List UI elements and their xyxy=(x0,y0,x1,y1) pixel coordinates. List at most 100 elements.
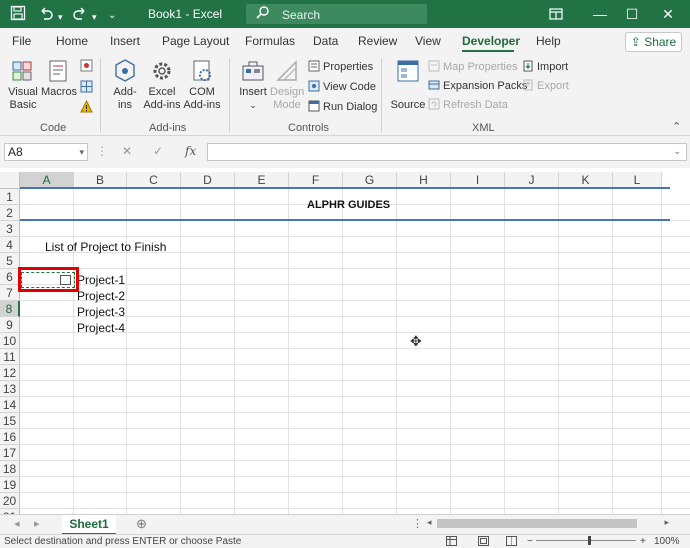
zoom-level[interactable]: 100% xyxy=(654,536,680,547)
expand-formula-bar-icon[interactable]: ⌄ xyxy=(673,146,681,157)
tab-view[interactable]: View xyxy=(415,34,441,48)
normal-view-icon[interactable] xyxy=(446,536,457,548)
tab-review[interactable]: Review xyxy=(358,34,397,48)
tab-insert[interactable]: Insert xyxy=(110,34,140,48)
scroll-left-icon[interactable]: ◂ xyxy=(427,517,432,528)
row-header-2[interactable]: 2 xyxy=(0,205,20,221)
view-code-button[interactable]: View Code xyxy=(308,80,376,94)
zoom-slider[interactable] xyxy=(536,540,636,541)
close-icon[interactable]: ✕ xyxy=(656,4,680,24)
row-header-4[interactable]: 4 xyxy=(0,237,20,253)
visual-basic-button[interactable]: Visual Basic xyxy=(6,58,40,112)
row-header-11[interactable]: 11 xyxy=(0,349,20,365)
zoom-out-button[interactable]: − xyxy=(527,536,533,547)
add-ins-button[interactable]: Add- ins xyxy=(110,58,140,112)
undo-dropdown-icon[interactable]: ▾ xyxy=(58,8,63,26)
redo-icon[interactable] xyxy=(72,5,88,25)
tab-data[interactable]: Data xyxy=(313,34,338,48)
row-header-20[interactable]: 20 xyxy=(0,493,20,509)
chevron-down-icon[interactable]: ▾ xyxy=(79,144,84,160)
prev-sheet-icon[interactable]: ◂ xyxy=(14,517,20,530)
collapse-ribbon-icon[interactable]: ⌃ xyxy=(672,120,681,133)
next-sheet-icon[interactable]: ▸ xyxy=(34,517,40,530)
macro-security-icon[interactable] xyxy=(80,99,93,116)
project-3-cell[interactable]: Project-3 xyxy=(77,304,125,320)
properties-button[interactable]: Properties xyxy=(308,60,373,74)
ribbon-tabs: File Home Insert Page Layout Formulas Da… xyxy=(0,28,690,54)
add-ins-group-label: Add-ins xyxy=(149,122,187,134)
macros-button[interactable]: Macros xyxy=(41,58,77,99)
undo-icon[interactable] xyxy=(38,5,54,25)
share-icon: ⇪ xyxy=(630,35,641,49)
page-layout-view-icon[interactable] xyxy=(478,536,489,548)
tab-split-icon[interactable]: ⋮ xyxy=(412,517,423,530)
row-gridline xyxy=(20,348,690,349)
minimize-icon[interactable]: — xyxy=(588,4,612,24)
zoom-in-button[interactable]: + xyxy=(640,536,646,547)
row-header-16[interactable]: 16 xyxy=(0,429,20,445)
relative-references-icon[interactable] xyxy=(80,80,93,96)
row-header-14[interactable]: 14 xyxy=(0,397,20,413)
maximize-icon[interactable]: ☐ xyxy=(620,4,644,24)
list-heading[interactable]: List of Project to Finish xyxy=(45,239,166,255)
expansion-packs-button[interactable]: Expansion Packs xyxy=(428,79,527,93)
sheet-tab-sheet1[interactable]: Sheet1 xyxy=(62,515,116,535)
run-dialog-button[interactable]: Run Dialog xyxy=(308,100,377,114)
design-mode-button[interactable]: Design Mode xyxy=(270,58,304,112)
row-header-9[interactable]: 9 xyxy=(0,317,20,333)
row-header-8[interactable]: 8 xyxy=(0,301,20,317)
page-break-view-icon[interactable] xyxy=(506,536,517,548)
row-header-6[interactable]: 6 xyxy=(0,269,20,285)
search-box[interactable]: Search xyxy=(246,4,427,24)
com-add-ins-button[interactable]: COM Add-ins xyxy=(182,58,222,112)
more-options-icon: ⋮ xyxy=(96,144,108,158)
tab-page-layout[interactable]: Page Layout xyxy=(162,34,229,48)
tab-formulas[interactable]: Formulas xyxy=(245,34,295,48)
row-header-15[interactable]: 15 xyxy=(0,413,20,429)
tab-help[interactable]: Help xyxy=(536,34,561,48)
status-bar: Select destination and press ENTER or ch… xyxy=(0,534,690,548)
sheet-title[interactable]: ALPHR GUIDES xyxy=(307,197,390,213)
cancel-icon[interactable]: ✕ xyxy=(122,144,132,158)
tab-home[interactable]: Home xyxy=(56,34,88,48)
share-button[interactable]: ⇪ Share xyxy=(625,32,682,52)
record-macro-icon[interactable] xyxy=(80,59,93,75)
project-1-cell[interactable]: Project-1 xyxy=(77,272,125,288)
horizontal-scrollbar[interactable]: ◂ ▸ xyxy=(425,517,675,530)
redo-dropdown-icon[interactable]: ▾ xyxy=(92,8,97,26)
row-header-7[interactable]: 7 xyxy=(0,285,20,301)
row-header-1[interactable]: 1 xyxy=(0,189,20,205)
row-header-12[interactable]: 12 xyxy=(0,365,20,381)
row-header-5[interactable]: 5 xyxy=(0,253,20,269)
project-4-cell[interactable]: Project-4 xyxy=(77,320,125,336)
scroll-thumb[interactable] xyxy=(437,519,637,528)
enter-icon[interactable]: ✓ xyxy=(153,144,163,158)
excel-add-ins-button[interactable]: Excel Add-ins xyxy=(143,58,181,112)
row-header-10[interactable]: 10 xyxy=(0,333,20,349)
insert-control-button[interactable]: Insert ⌄ xyxy=(237,58,269,112)
import-button[interactable]: Import xyxy=(522,60,568,74)
save-icon[interactable] xyxy=(10,5,26,25)
customize-toolbar-icon[interactable]: ⌄ xyxy=(108,7,116,25)
source-button[interactable]: Source xyxy=(390,58,426,112)
refresh-data-button[interactable]: Refresh Data xyxy=(428,98,508,112)
row-header-17[interactable]: 17 xyxy=(0,445,20,461)
name-box[interactable]: A8 ▾ xyxy=(4,143,88,161)
row-header-13[interactable]: 13 xyxy=(0,381,20,397)
add-sheet-icon[interactable]: ⊕ xyxy=(136,516,147,532)
formula-input[interactable]: ⌄ xyxy=(207,143,687,161)
select-all-corner[interactable] xyxy=(0,172,20,189)
export-button[interactable]: Export xyxy=(522,79,569,93)
ribbon-display-options-icon[interactable] xyxy=(544,4,568,24)
zoom-slider-knob[interactable] xyxy=(588,536,591,545)
tab-developer[interactable]: Developer xyxy=(462,34,520,48)
tab-file[interactable]: File xyxy=(12,34,31,48)
row-header-19[interactable]: 19 xyxy=(0,477,20,493)
row-header-3[interactable]: 3 xyxy=(0,221,20,237)
map-properties-button[interactable]: Map Properties xyxy=(428,60,518,74)
scroll-right-icon[interactable]: ▸ xyxy=(664,517,669,528)
group-divider xyxy=(381,58,382,132)
row-header-18[interactable]: 18 xyxy=(0,461,20,477)
project-2-cell[interactable]: Project-2 xyxy=(77,288,125,304)
insert-function-icon[interactable]: fx xyxy=(185,144,196,158)
